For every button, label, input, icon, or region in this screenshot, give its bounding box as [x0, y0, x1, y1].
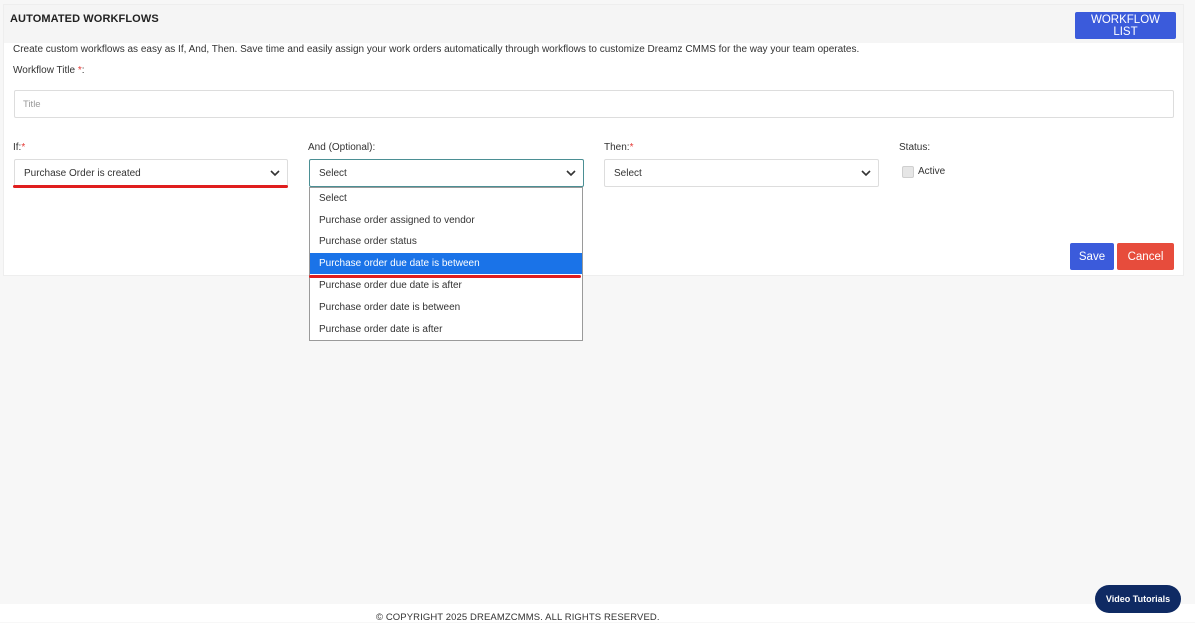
workflow-title-label-text: Workflow Title: [13, 65, 76, 76]
then-select-value: Select: [614, 167, 642, 179]
chevron-down-icon: [861, 170, 871, 177]
dropdown-option[interactable]: Purchase order due date is after: [310, 275, 582, 296]
required-mark: *: [21, 142, 26, 153]
dropdown-option[interactable]: Purchase order date is between: [310, 297, 582, 318]
dropdown-option[interactable]: Purchase order date is after: [310, 319, 582, 340]
dropdown-option[interactable]: Select: [310, 188, 582, 209]
status-label: Status:: [899, 142, 931, 153]
copyright-text: © COPYRIGHT 2025 DREAMZCMMS. ALL RIGHTS …: [376, 612, 660, 623]
workflow-title-input[interactable]: [14, 90, 1174, 118]
then-label-text: Then:: [604, 142, 630, 153]
workflow-description: Create custom workflows as easy as If, A…: [13, 44, 860, 55]
and-label: And (Optional):: [308, 142, 376, 153]
active-checkbox[interactable]: [902, 166, 914, 178]
chevron-down-icon: [566, 170, 576, 177]
and-select[interactable]: Select: [309, 159, 584, 187]
page-title: AUTOMATED WORKFLOWS: [10, 13, 159, 25]
dropdown-option-highlighted[interactable]: Purchase order due date is between: [310, 253, 582, 274]
and-dropdown-menu: Select Purchase order assigned to vendor…: [309, 187, 583, 341]
active-label: Active: [918, 166, 946, 177]
card-header: AUTOMATED WORKFLOWS WORKFLOW LIST: [4, 5, 1183, 43]
required-mark: *: [629, 142, 634, 153]
dropdown-option[interactable]: Purchase order status: [310, 231, 582, 252]
if-label: If:*: [13, 142, 25, 153]
video-tutorials-button[interactable]: Video Tutorials: [1095, 585, 1181, 613]
workflow-title-label: Workflow Title *:: [13, 65, 85, 76]
then-label: Then:*: [604, 142, 633, 153]
if-annotation-underline: [13, 185, 288, 188]
workflow-card: AUTOMATED WORKFLOWS WORKFLOW LIST Create…: [3, 4, 1184, 276]
and-select-value: Select: [319, 167, 347, 179]
if-select-value: Purchase Order is created: [24, 167, 141, 179]
if-select[interactable]: Purchase Order is created: [14, 159, 288, 187]
cancel-button[interactable]: Cancel: [1117, 243, 1174, 270]
chevron-down-icon: [270, 170, 280, 177]
dropdown-annotation-underline: [309, 275, 581, 278]
save-button[interactable]: Save: [1070, 243, 1114, 270]
then-select[interactable]: Select: [604, 159, 879, 187]
dropdown-option[interactable]: Purchase order assigned to vendor: [310, 210, 582, 231]
workflow-list-button[interactable]: WORKFLOW LIST: [1075, 12, 1176, 39]
label-colon: :: [81, 65, 85, 76]
